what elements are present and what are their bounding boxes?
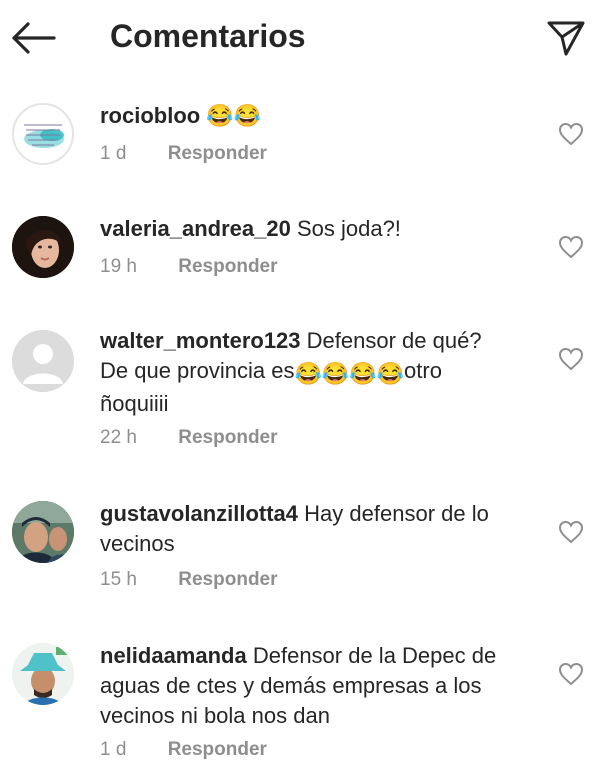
reply-button[interactable]: Responder [168,739,267,761]
header-bar: Comentarios [0,0,600,78]
comment-text: otro [404,358,442,383]
avatar[interactable] [12,643,74,705]
comment-username[interactable]: nelidaamanda [100,643,247,668]
comment-time: 1 d [100,739,127,760]
heart-icon[interactable] [558,520,584,544]
comment-text: Defensor de qué? [306,328,482,353]
comment-text: Sos joda?! [296,216,401,241]
comment-text: ñoquiiii [100,391,169,416]
comment-meta: 22 h Responder [100,427,278,449]
comment-username[interactable]: valeria_andrea_20 [100,216,291,241]
heart-icon[interactable] [558,122,584,146]
paper-plane-icon[interactable] [546,18,586,58]
page-title: Comentarios [110,18,306,54]
avatar[interactable] [12,501,74,563]
avatar[interactable] [12,330,74,392]
comment-time: 22 h [100,427,137,448]
comment-time: 19 h [100,256,137,277]
heart-icon[interactable] [558,662,584,686]
heart-icon[interactable] [558,347,584,371]
man-in-teal-hat-photo-icon [12,643,74,705]
arrow-left-icon[interactable] [10,20,56,56]
comment-item: gustavolanzillotta4 Hay defensor de lo v… [0,493,600,603]
reply-button[interactable]: Responder [168,143,267,165]
comment-meta: 1 d Responder [100,739,267,761]
laughing-emoji: 😂😂😂😂 [294,361,405,386]
comment-text: De que provincia es [100,358,295,383]
comment-item: nelidaamanda Defensor de la Depec de agu… [0,635,600,777]
comment-text: 😂😂 [206,103,262,128]
default-user-icon [12,330,74,392]
comment-username[interactable]: walter_montero123 [100,328,301,353]
reply-button[interactable]: Responder [178,427,277,449]
comment-meta: 19 h Responder [100,256,278,278]
comment-time: 15 h [100,569,137,590]
portrait-photo-icon [12,216,74,278]
heart-icon[interactable] [558,235,584,259]
comment-username[interactable]: rociobloo [100,103,200,128]
man-with-cap-photo-icon [12,501,74,563]
comment-item: walter_montero123 Defensor de qué? De qu… [0,320,600,460]
feather-image-icon [24,124,64,148]
avatar[interactable] [12,103,74,165]
reply-button[interactable]: Responder [178,569,277,591]
comment-time: 1 d [100,143,127,164]
comment-meta: 15 h Responder [100,569,278,591]
comment-item: valeria_andrea_20 Sos joda?! 19 h Respon… [0,208,600,298]
avatar[interactable] [12,216,74,278]
comment-item: rociobloo 😂😂 1 d Responder [0,95,600,185]
comment-meta: 1 d Responder [100,143,267,165]
comment-username[interactable]: gustavolanzillotta4 [100,501,298,526]
reply-button[interactable]: Responder [178,256,277,278]
